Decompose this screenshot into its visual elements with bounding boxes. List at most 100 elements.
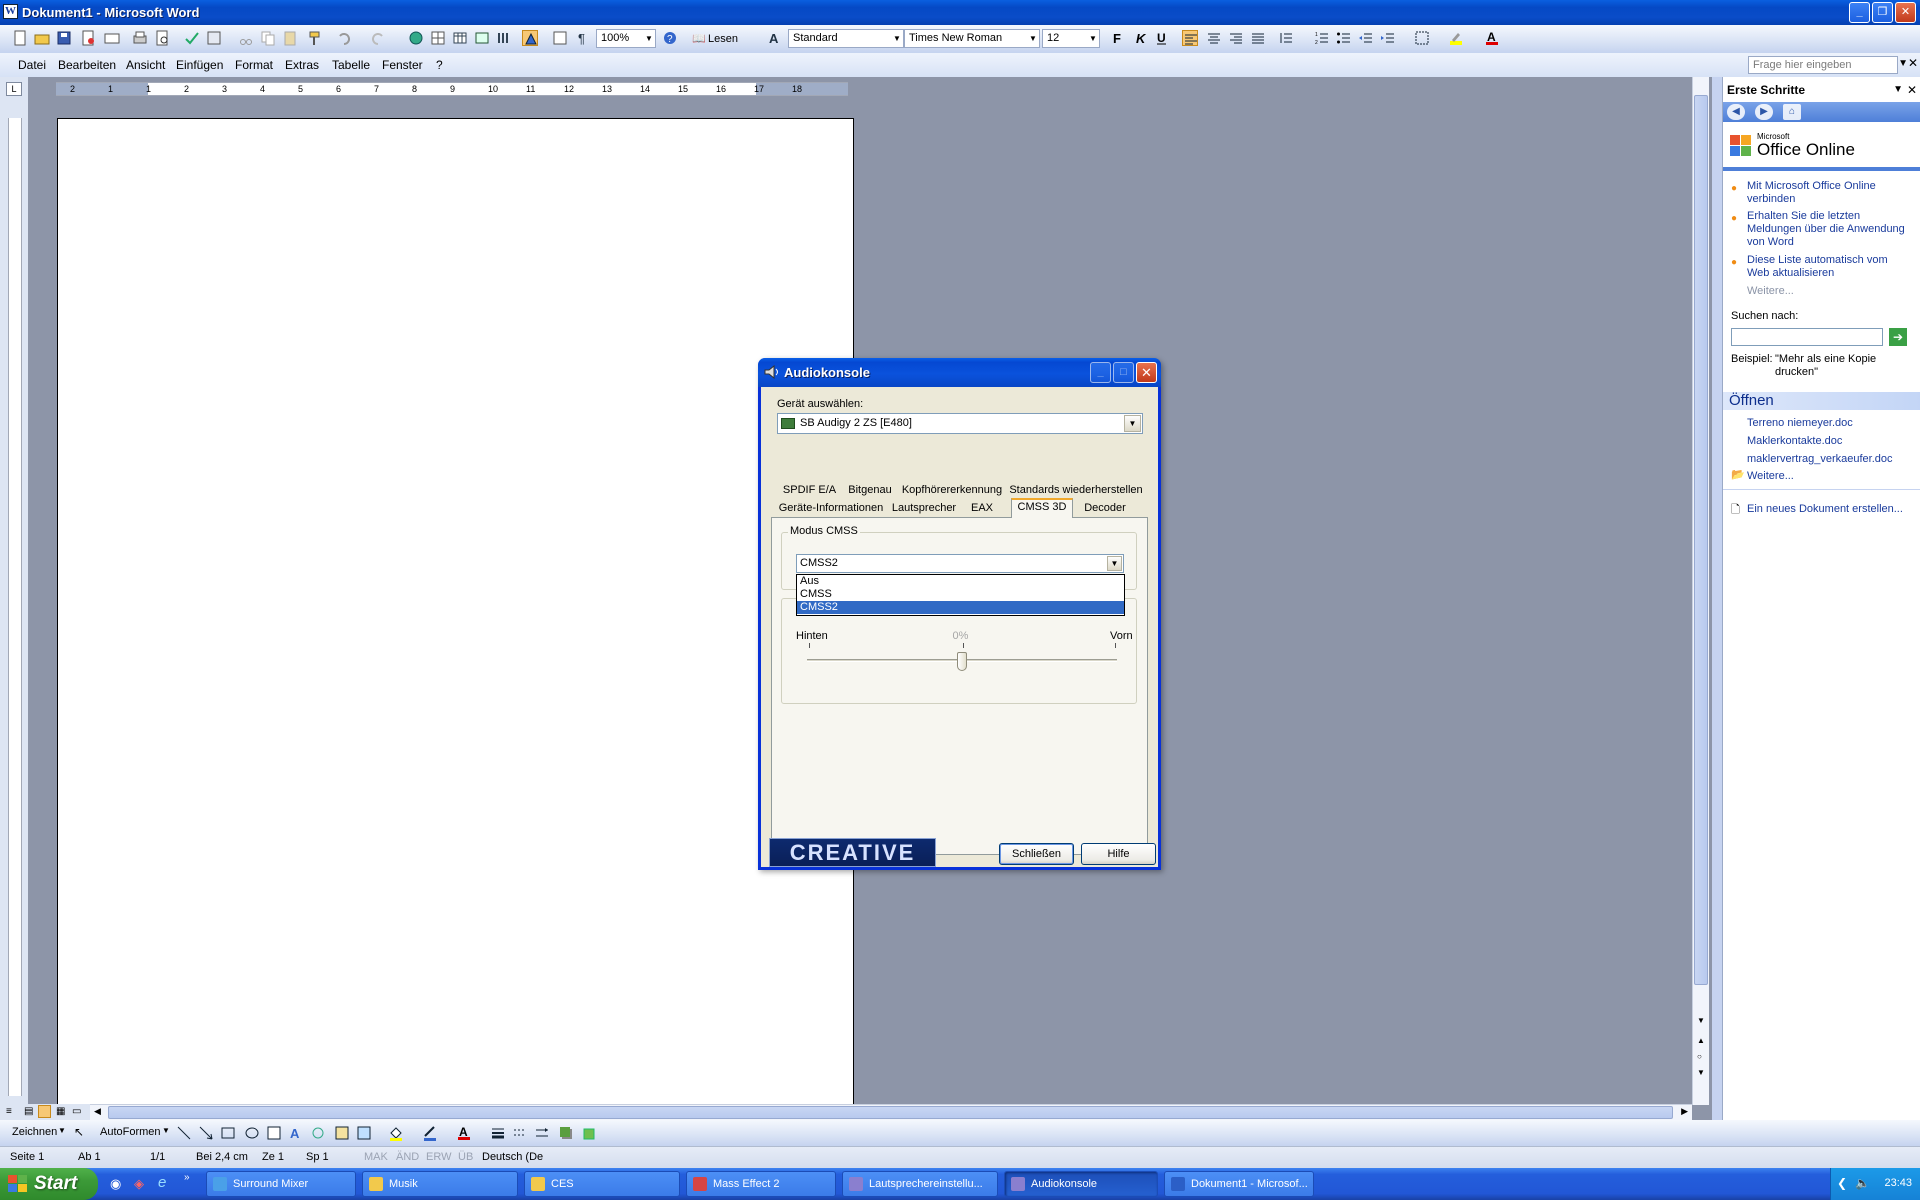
- tab-kopfhoerer[interactable]: Kopfhörererkennung: [898, 483, 1006, 500]
- font-color-draw-icon[interactable]: A: [456, 1125, 472, 1141]
- horizontal-ruler[interactable]: 2 1 1 2 3 4 5 6 7 8 9 10 11 12 13 14 15 16 17 18: [56, 82, 848, 96]
- italic-icon[interactable]: K: [1132, 30, 1148, 46]
- line-style-icon[interactable]: [490, 1125, 506, 1141]
- redo-icon[interactable]: [370, 30, 386, 46]
- tab-selector[interactable]: L: [6, 82, 22, 96]
- schliessen-button[interactable]: Schließen: [999, 843, 1074, 865]
- numbering-icon[interactable]: 12: [1314, 30, 1330, 46]
- cmss-option-aus[interactable]: Aus: [797, 575, 1124, 588]
- bullet-connect[interactable]: ● Mit Microsoft Office Online verbinden: [1731, 180, 1913, 206]
- horizontal-scrollbar[interactable]: ◀ ▶: [90, 1104, 1692, 1120]
- document-page[interactable]: [57, 118, 854, 1105]
- fill-color-icon[interactable]: [388, 1125, 404, 1141]
- columns-icon[interactable]: [496, 30, 512, 46]
- tab-cmss-3d[interactable]: CMSS 3D: [1011, 498, 1073, 518]
- tab-decoder[interactable]: Decoder: [1075, 501, 1135, 518]
- align-left-icon[interactable]: [1182, 30, 1198, 46]
- save-icon[interactable]: [56, 30, 72, 46]
- tab-spdif[interactable]: SPDIF E/A: [777, 483, 842, 500]
- menu-ansicht[interactable]: Ansicht: [126, 58, 165, 72]
- undo-icon[interactable]: [336, 30, 352, 46]
- quicklaunch-browser-icon[interactable]: ◉: [110, 1176, 121, 1192]
- recent-file-link[interactable]: Maklerkontakte.doc: [1747, 435, 1842, 447]
- taskbar-button[interactable]: Mass Effect 2: [686, 1171, 836, 1197]
- quicklaunch-more-icon[interactable]: »: [184, 1172, 190, 1183]
- dialog-title-bar[interactable]: Audiokonsole _ □ ✕: [758, 358, 1161, 387]
- horizontal-scroll-thumb[interactable]: [108, 1106, 1673, 1119]
- browse-object-icon[interactable]: ○: [1697, 1052, 1702, 1061]
- forward-icon[interactable]: ▶: [1755, 104, 1773, 120]
- close-button[interactable]: ✕: [1895, 2, 1916, 23]
- draw-menu[interactable]: Zeichnen: [12, 1126, 57, 1138]
- outline-view-icon[interactable]: ▦: [56, 1106, 65, 1117]
- paste-icon[interactable]: [282, 30, 298, 46]
- shadow-style-icon[interactable]: [558, 1125, 574, 1141]
- cmss-option-cmss[interactable]: CMSS: [797, 588, 1124, 601]
- vertical-scroll-thumb[interactable]: [1694, 95, 1708, 985]
- quicklaunch-media-icon[interactable]: ◈: [134, 1176, 144, 1192]
- normal-view-icon[interactable]: ≡: [6, 1106, 12, 1117]
- wordart-icon[interactable]: A: [288, 1125, 304, 1141]
- line-spacing-icon[interactable]: [1278, 30, 1294, 46]
- help-question-input[interactable]: Frage hier eingeben: [1748, 56, 1898, 74]
- new-document-link[interactable]: Ein neues Dokument erstellen...: [1747, 503, 1903, 515]
- vertical-scrollbar[interactable]: ▼ ▲ ○ ▼: [1692, 77, 1709, 1105]
- cmss-option-cmss2[interactable]: CMSS2: [797, 601, 1124, 614]
- drawing-icon[interactable]: [522, 30, 538, 46]
- close-icon[interactable]: ✕: [1907, 81, 1917, 99]
- border-icon[interactable]: [1414, 30, 1430, 46]
- previous-page-icon[interactable]: ▲: [1697, 1036, 1705, 1045]
- permission-icon[interactable]: [80, 30, 96, 46]
- tab-bitgenau[interactable]: Bitgenau: [844, 483, 896, 500]
- show-hide-icon[interactable]: ¶: [574, 30, 590, 46]
- tray-arrow-icon[interactable]: ❮: [1837, 1176, 1847, 1190]
- tables-borders-icon[interactable]: [430, 30, 446, 46]
- line-icon[interactable]: [176, 1125, 192, 1141]
- device-select[interactable]: SB Audigy 2 ZS [E480] ▼: [777, 413, 1143, 434]
- align-center-icon[interactable]: [1206, 30, 1222, 46]
- insert-table-icon[interactable]: [452, 30, 468, 46]
- align-right-icon[interactable]: [1228, 30, 1244, 46]
- copy-icon[interactable]: [260, 30, 276, 46]
- reading-view-icon[interactable]: ▭: [72, 1106, 81, 1117]
- status-overtype[interactable]: ÜB: [458, 1151, 473, 1163]
- decrease-indent-icon[interactable]: [1358, 30, 1374, 46]
- rectangle-icon[interactable]: [220, 1125, 236, 1141]
- arrow-icon[interactable]: [198, 1125, 214, 1141]
- styles-formatting-icon[interactable]: A: [768, 30, 784, 46]
- tab-geraete-info[interactable]: Geräte-Informationen: [775, 501, 887, 518]
- taskbar-button[interactable]: Lautsprechereinstellu...: [842, 1171, 998, 1197]
- document-map-icon[interactable]: [552, 30, 568, 46]
- menu-tabelle[interactable]: Tabelle: [332, 58, 370, 72]
- search-go-icon[interactable]: ➔: [1889, 328, 1907, 346]
- vertical-ruler[interactable]: [8, 118, 22, 1096]
- hyperlink-icon[interactable]: [408, 30, 424, 46]
- font-select[interactable]: Times New Roman ▼: [904, 29, 1040, 48]
- read-button[interactable]: 📖 Lesen: [690, 30, 738, 48]
- picture-icon[interactable]: [356, 1125, 372, 1141]
- word-title-bar[interactable]: W Dokument1 - Microsoft Word _ ❐ ✕: [0, 0, 1920, 25]
- open-folder-icon[interactable]: [34, 30, 50, 46]
- style-select[interactable]: Standard ▼: [788, 29, 904, 48]
- menu-help[interactable]: ?: [436, 58, 443, 72]
- web-view-icon[interactable]: ▤: [24, 1106, 33, 1117]
- quicklaunch-ie-icon[interactable]: e: [158, 1174, 166, 1191]
- print-layout-icon[interactable]: [38, 1105, 51, 1118]
- dash-style-icon[interactable]: [512, 1125, 528, 1141]
- clipart-icon[interactable]: [334, 1125, 350, 1141]
- status-macro[interactable]: MAK: [364, 1151, 388, 1163]
- menu-bearbeiten[interactable]: Bearbeiten: [58, 58, 116, 72]
- menu-datei[interactable]: Datei: [18, 58, 46, 72]
- new-document-icon[interactable]: [12, 30, 28, 46]
- underline-icon[interactable]: U: [1154, 30, 1170, 46]
- dialog-close-button[interactable]: ✕: [1136, 362, 1157, 383]
- increase-indent-icon[interactable]: [1380, 30, 1396, 46]
- oval-icon[interactable]: [244, 1125, 260, 1141]
- bullet-news[interactable]: ● Erhalten Sie die letzten Meldungen über…: [1731, 210, 1913, 249]
- print-preview-icon[interactable]: [154, 30, 170, 46]
- select-objects-icon[interactable]: ↖: [74, 1125, 84, 1139]
- menu-einfuegen[interactable]: Einfügen: [176, 58, 223, 72]
- close-doc-icon[interactable]: ✕: [1908, 56, 1918, 70]
- more-link[interactable]: Weitere...: [1747, 285, 1794, 297]
- menu-fenster[interactable]: Fenster: [382, 58, 423, 72]
